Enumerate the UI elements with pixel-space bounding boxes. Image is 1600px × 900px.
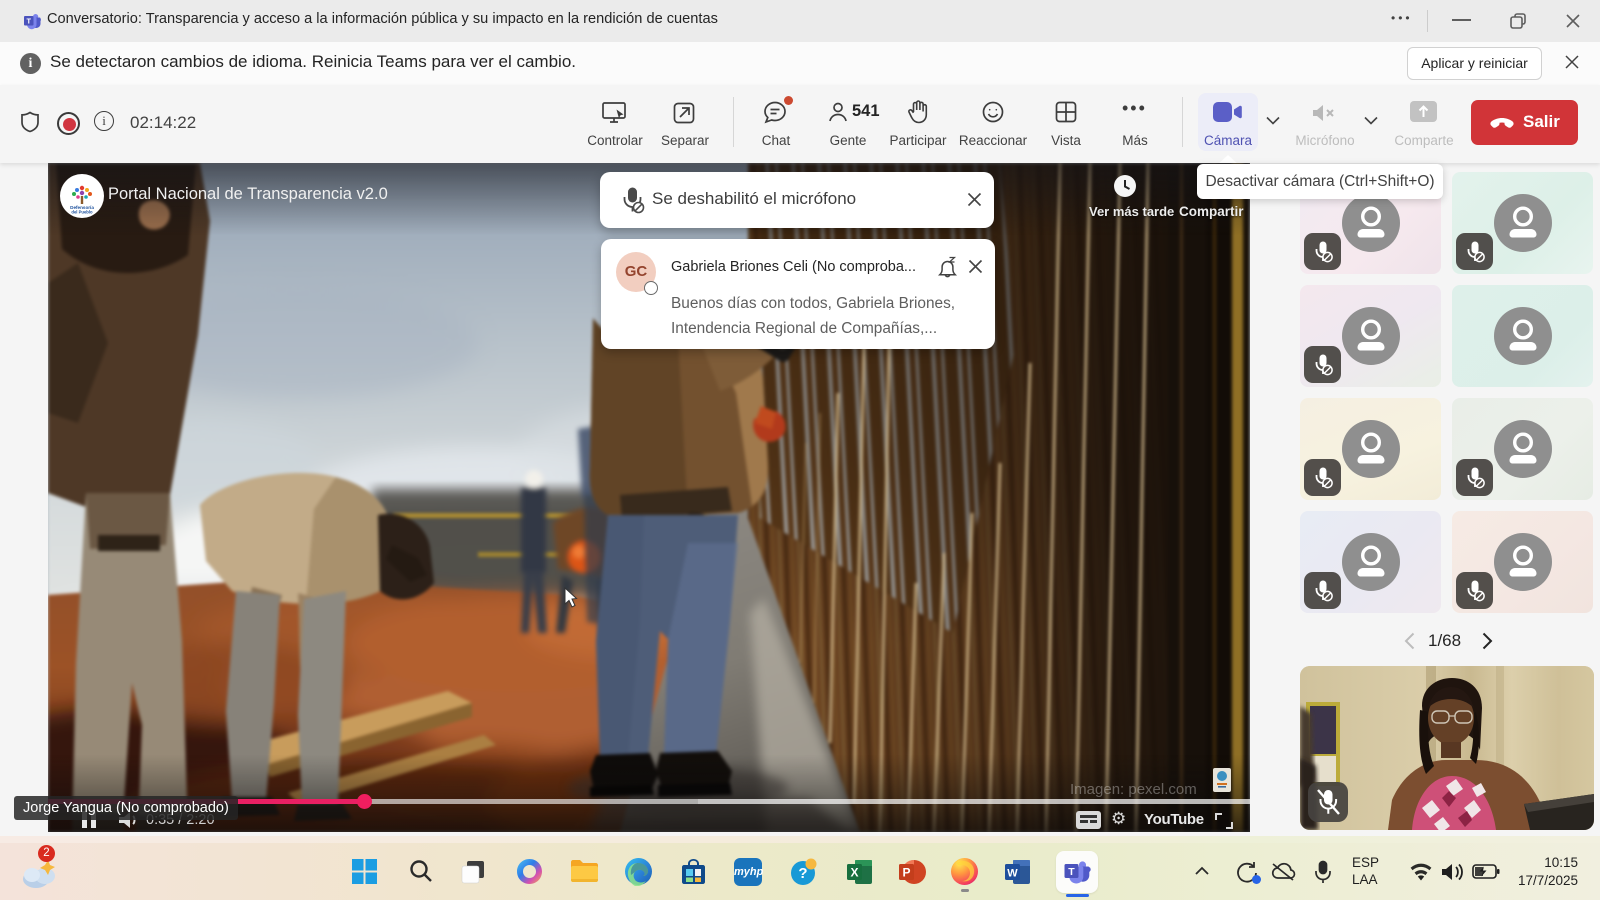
svg-text:X: X	[850, 866, 858, 880]
svg-text:del Pueblo: del Pueblo	[71, 210, 93, 215]
svg-text:T: T	[1068, 866, 1075, 878]
svg-text:W: W	[1007, 868, 1018, 880]
svg-text:T: T	[26, 16, 31, 25]
svg-text:P: P	[902, 866, 910, 880]
svg-text:?: ?	[798, 865, 807, 882]
